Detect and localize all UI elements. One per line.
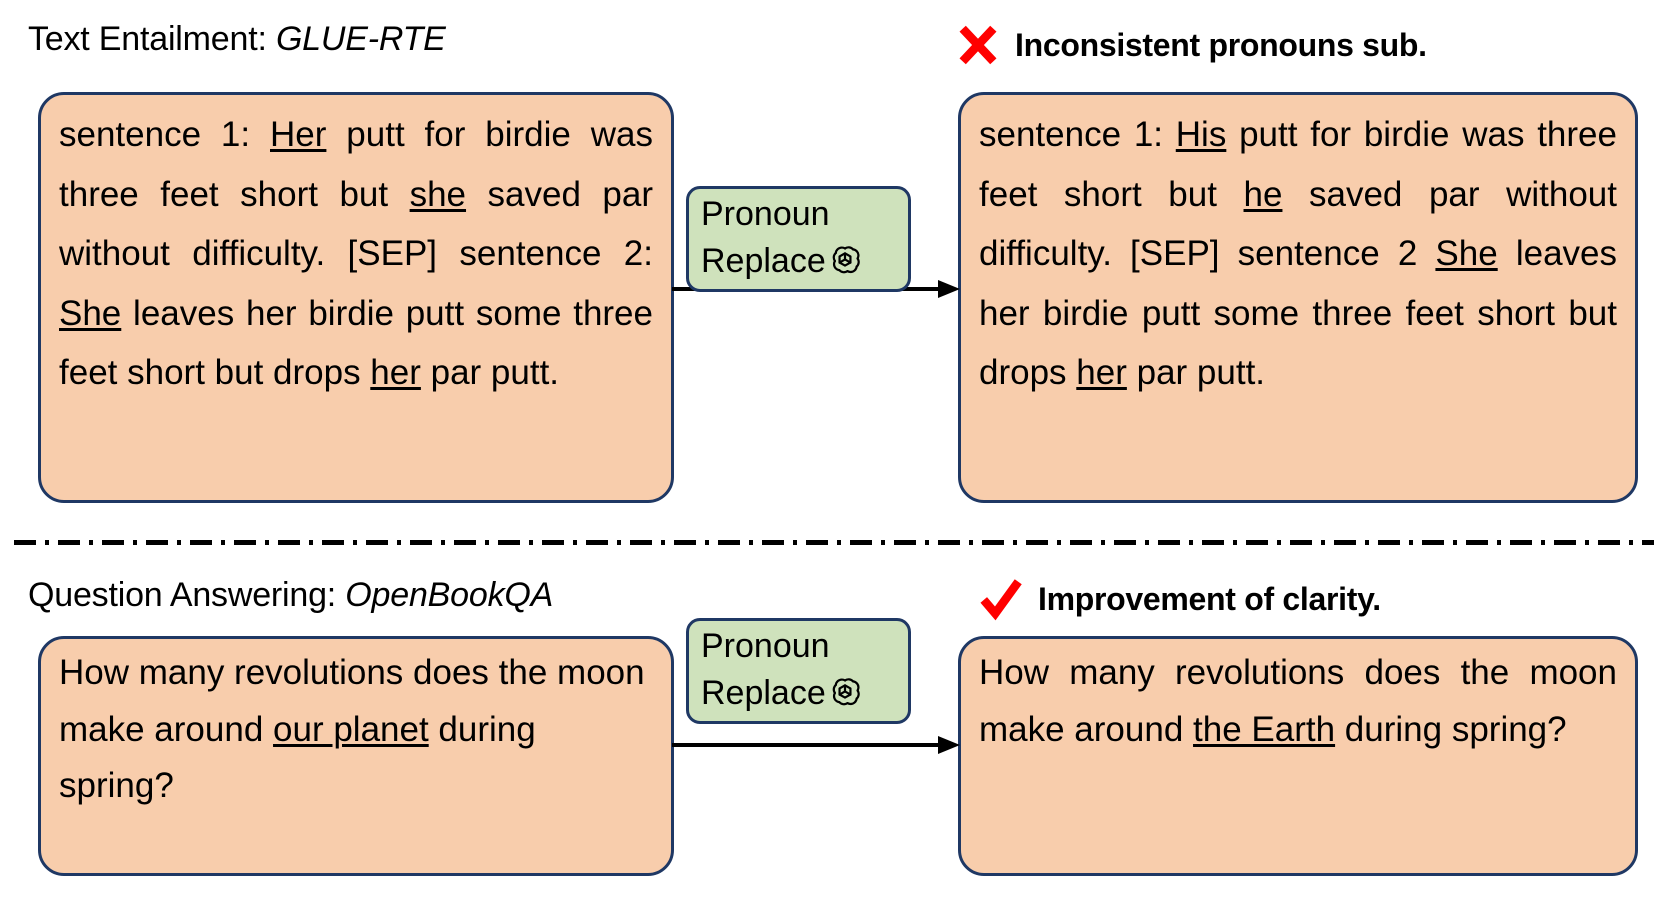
input-text-rte: sentence 1: Her putt for birdie was thre… [59,115,653,392]
section-caption-text-entailment: Text Entailment: GLUE-RTE [28,20,446,59]
openai-logo-icon [832,246,860,274]
section-text-entailment: Text Entailment: GLUE-RTE Inconsistent p… [0,0,1661,520]
operation-line1-label: Pronoun [701,195,830,234]
section-caption-question-answering: Question Answering: OpenBookQA [28,576,553,615]
highlighted-token: her [370,353,421,392]
highlighted-token: he [1243,174,1283,214]
openai-logo-icon [832,678,860,706]
operation-box-pronoun-replace-obqa[interactable]: Pronoun Replace [686,618,911,724]
text-run: leaves her birdie putt some three feet s… [59,293,653,393]
output-text-rte: sentence 1: His putt for birdie was thre… [979,115,1617,392]
text-run: par putt. [1126,353,1266,392]
section-question-answering: Question Answering: OpenBookQA Improveme… [0,560,1661,913]
operation-line1-label: Pronoun [701,627,830,666]
cross-icon [959,25,997,65]
output-text-obqa: How many revolutions does the moon make … [979,653,1617,749]
text-run: par putt. [420,353,560,392]
highlighted-token: our planet [273,709,429,749]
input-text-obqa: How many revolutions does the moon make … [59,653,645,805]
verdict-label: Inconsistent pronouns sub. [1015,26,1427,63]
text-run: during spring? [1335,709,1567,749]
highlighted-token: she [409,174,467,214]
text-run: sentence 1: [979,115,1176,154]
output-textbox-obqa: How many revolutions does the moon make … [958,636,1638,876]
verdict-text-entailment: Inconsistent pronouns sub. [955,22,1427,68]
verdict-question-answering: Improvement of clarity. [978,576,1381,622]
input-textbox-obqa: How many revolutions does the moon make … [38,636,674,876]
input-textbox-rte: sentence 1: Her putt for birdie was thre… [38,92,674,503]
caption-task-label: Text Entailment: [28,20,276,58]
operation-line2-label: Replace [701,674,826,712]
highlighted-token: She [1435,234,1498,273]
verdict-label: Improvement of clarity. [1038,580,1381,617]
output-textbox-rte: sentence 1: His putt for birdie was thre… [958,92,1638,503]
highlighted-token: His [1175,115,1227,154]
flow-arrow-obqa [672,736,960,754]
section-divider [14,540,1654,545]
operation-line2: Replace [701,670,898,717]
operation-line2: Replace [701,238,898,285]
operation-line2-label: Replace [701,242,826,280]
highlighted-token: her [1076,353,1127,392]
caption-dataset-label: OpenBookQA [345,576,554,614]
highlighted-token: She [59,293,122,333]
caption-task-label: Question Answering: [28,576,346,614]
text-run: sentence 1: [59,115,270,154]
highlighted-token: the Earth [1193,709,1336,749]
check-icon [980,579,1022,621]
highlighted-token: Her [270,115,327,154]
operation-box-pronoun-replace-rte[interactable]: Pronoun Replace [686,186,911,292]
caption-dataset-label: GLUE-RTE [275,20,446,58]
